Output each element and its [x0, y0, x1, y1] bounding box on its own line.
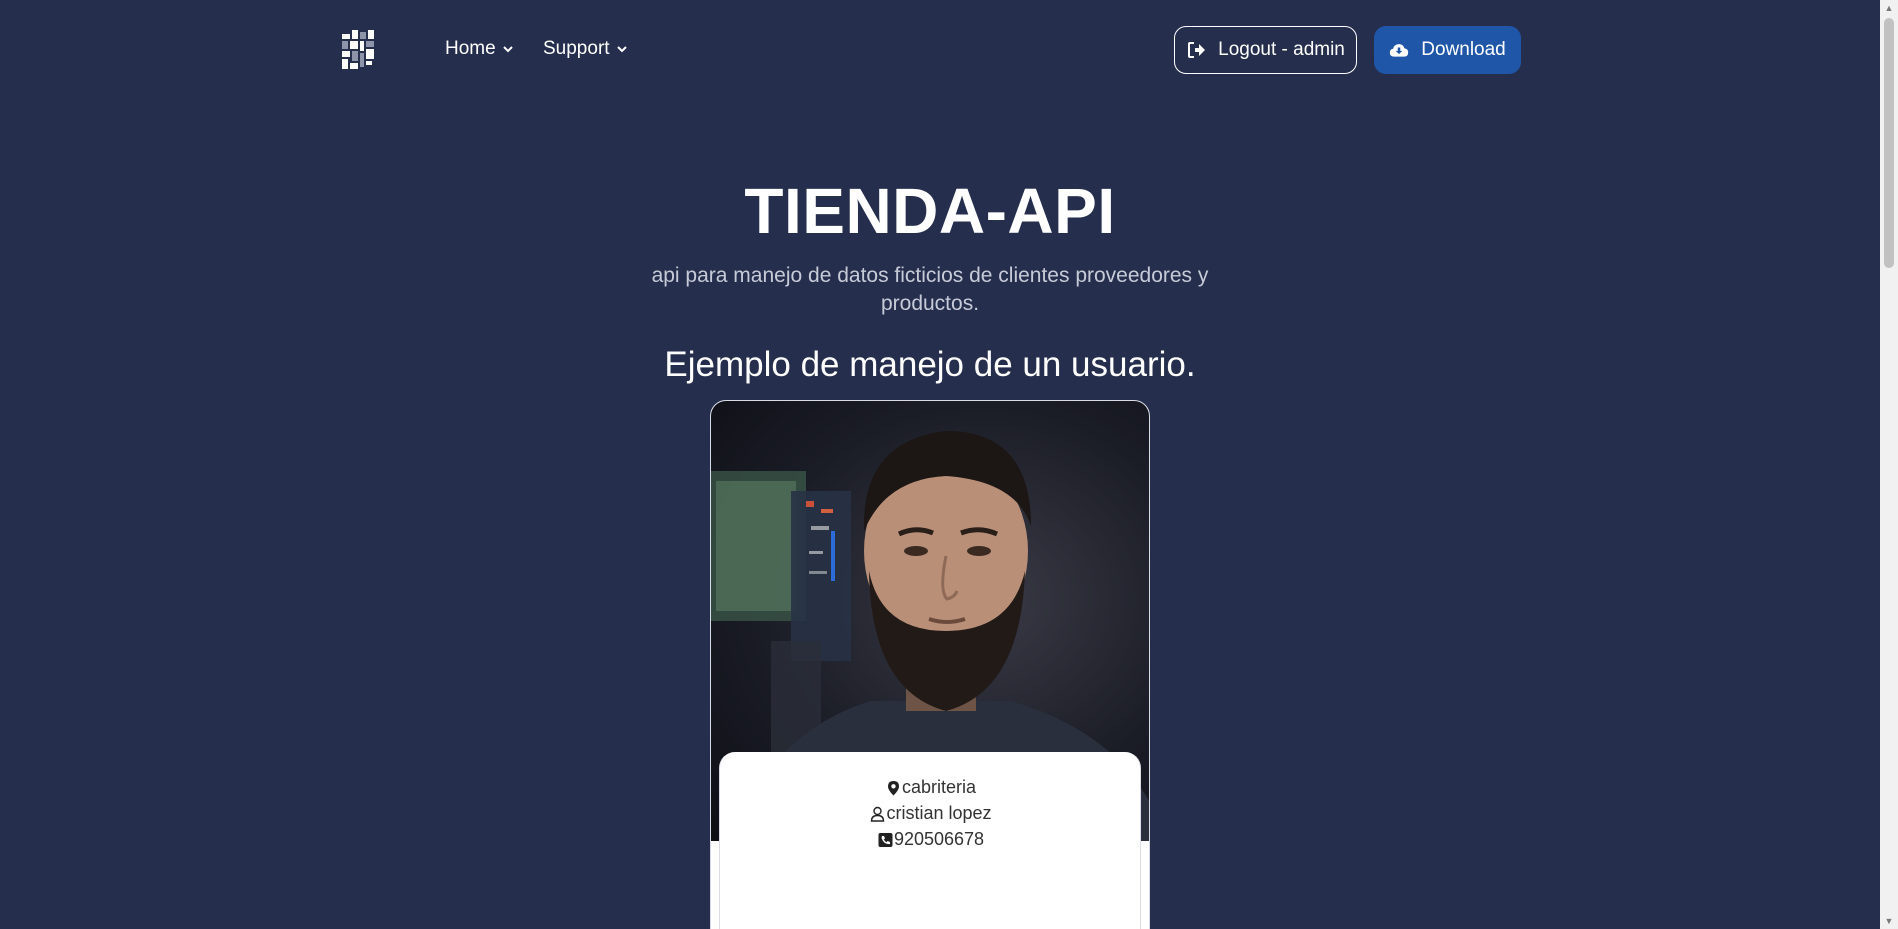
download-button[interactable]: Download: [1374, 26, 1521, 74]
map-pin-icon: [887, 780, 899, 795]
scroll-down-arrow-icon[interactable]: ▼: [1884, 916, 1894, 926]
logout-label: Logout - admin: [1218, 39, 1345, 60]
user-phone: 920506678: [893, 829, 985, 849]
page-title: TIENDA-API: [744, 175, 1116, 247]
scroll-up-arrow-icon[interactable]: ▲: [1884, 3, 1894, 13]
download-label: Download: [1421, 39, 1506, 60]
sign-out-icon: [1188, 42, 1206, 58]
nav-home-label: Home: [445, 38, 496, 59]
user-location: cabriteria: [901, 777, 977, 797]
user-location-row: cabriteria: [720, 777, 1142, 798]
scroll-thumb[interactable]: [1884, 18, 1894, 268]
section-heading: Ejemplo de manejo de un usuario.: [664, 345, 1196, 384]
grid-logo-icon[interactable]: [340, 28, 376, 72]
chevron-down-icon: [616, 46, 627, 53]
nav-support-label: Support: [543, 38, 610, 59]
page-subtitle: api para manejo de datos ficticios de cl…: [651, 264, 1209, 315]
user-icon: [871, 806, 885, 822]
user-name: cristian lopez: [886, 803, 992, 823]
nav-support[interactable]: Support: [543, 38, 628, 60]
logout-button[interactable]: Logout - admin: [1174, 26, 1357, 74]
user-name-row: cristian lopez: [720, 803, 1142, 824]
cloud-download-icon: [1390, 44, 1409, 57]
user-info-panel: cabriteria cristian lopez 920506678: [719, 752, 1141, 929]
user-card: cabriteria cristian lopez 920506678: [710, 400, 1150, 929]
page-scrollbar[interactable]: ▲ ▼: [1880, 0, 1898, 929]
page: Home Support Logout - admin Download TIE…: [0, 0, 1880, 929]
nav-home[interactable]: Home: [445, 38, 514, 60]
chevron-down-icon: [502, 46, 513, 53]
phone-icon: [878, 832, 893, 847]
user-phone-row: 920506678: [720, 829, 1142, 850]
